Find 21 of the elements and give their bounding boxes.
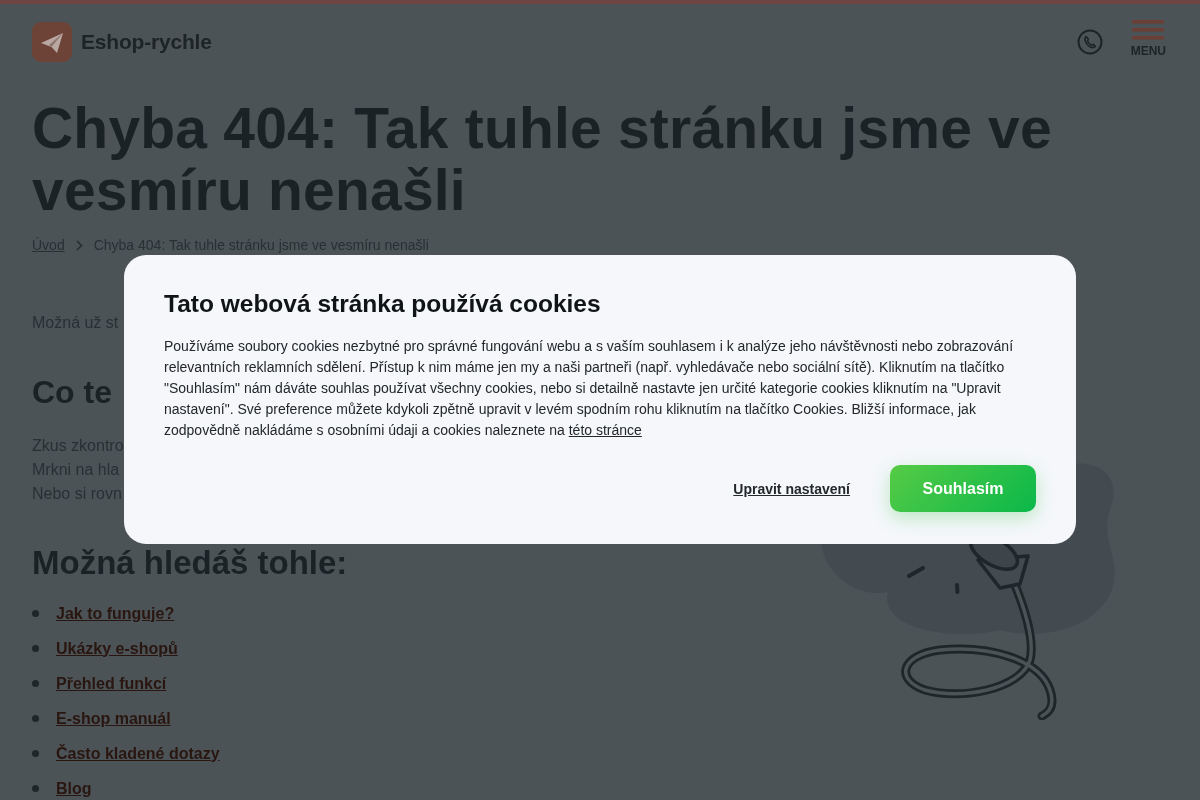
suggestion-link[interactable]: Přehled funkcí <box>56 673 167 694</box>
chevron-icon <box>75 239 83 251</box>
dialog-title: Tato webová stránka používá cookies <box>164 289 602 319</box>
phone-icon[interactable] <box>1076 29 1103 55</box>
bullet-icon <box>32 785 39 792</box>
suggestion-link[interactable]: E-shop manuál <box>56 708 171 729</box>
suggestion-link[interactable]: Jak to funguje? <box>56 603 175 624</box>
bullet-icon <box>32 750 39 757</box>
menu-icon <box>1132 20 1165 40</box>
suggestion-link[interactable]: Ukázky e-shopů <box>56 638 178 659</box>
bullet-icon <box>32 715 39 722</box>
bullet-icon <box>32 680 39 687</box>
accept-button[interactable]: Souhlasím <box>890 465 1036 512</box>
bullet-icon <box>32 610 39 617</box>
privacy-link[interactable]: této stránce <box>568 422 642 438</box>
suggestion-link[interactable]: Často kladené dotazy <box>56 743 220 764</box>
cookie-text: Používáme soubory cookies nezbytné pro správné fungování webu a s vaším souhlasem i k analýze jeho návštěvnosti nebo zobrazování relevantních reklamních sdělení. Přístup k nim máme jen my a naši partneři (např. vyhledávače nebo sociální sítě). Kliknutím na tlačítko "Souhlasím" nám dáváte souhlas používat všechny cookies, nebo si detailně nastavte jen určité kategorie cookies kliknutím na "Upravit nastavení". Své preference můžete kdykoli zpětně upravit v levém spodním rohu kliknutím na tlačítko Cookies. Bližší informace, jak zodpovědně nakládáme s osobními údaji a cookies naleznete na této stránce <box>164 337 1015 440</box>
paper-plane-icon[interactable] <box>32 22 72 62</box>
suggestion-link[interactable]: Blog <box>56 778 92 799</box>
settings-button[interactable]: Upravit nastavení <box>733 480 850 497</box>
bullet-icon <box>32 645 39 652</box>
